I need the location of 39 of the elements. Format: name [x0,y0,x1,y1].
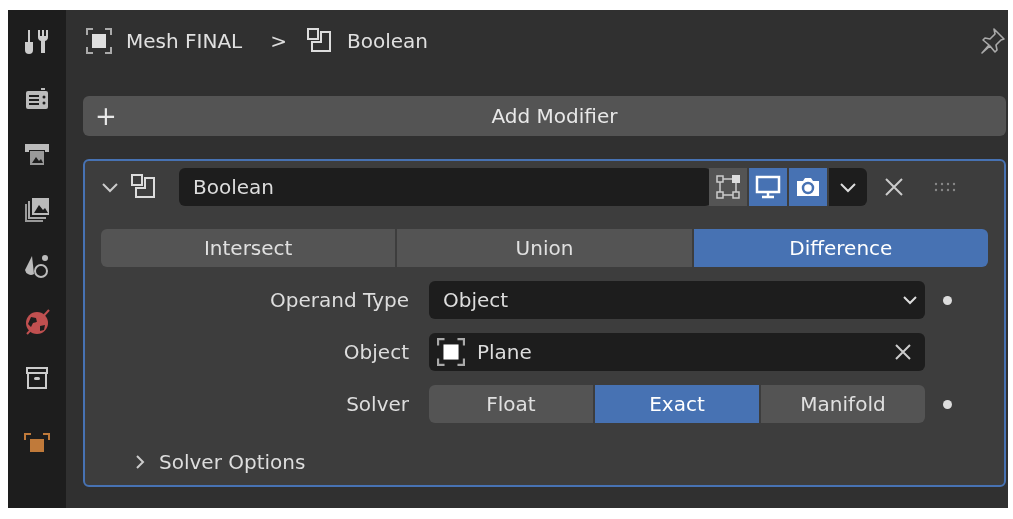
visibility-toggle[interactable] [709,168,747,206]
property-label: Solver [345,392,410,416]
object-icon [86,28,112,54]
add-modifier-button[interactable]: + Add Modifier [83,96,1006,136]
property-label: Operand Type [269,288,410,312]
box-icon [23,364,51,392]
modifier-icon [306,28,333,54]
keyframe-dot[interactable] [942,399,952,409]
object-icon [23,432,51,452]
visibility-toggle[interactable] [789,168,827,206]
scene-icon [23,252,51,280]
modifier-name-field[interactable]: Boolean [179,168,711,206]
operation-option[interactable]: Union [397,229,692,267]
visibility-toggle[interactable] [749,168,787,206]
dropdown-button[interactable] [829,168,867,206]
vertices-icon [715,174,741,200]
tools-icon [23,28,51,56]
keyframe-dot[interactable] [942,295,952,305]
operation-option[interactable]: Intersect [101,229,396,267]
modifier-name: Boolean [346,29,428,53]
monitor-icon [755,174,781,200]
property-label: Object [342,340,410,364]
solver-option[interactable]: Float [429,385,593,423]
object-icon [437,338,465,366]
breadcrumb-separator: > [270,29,287,53]
solver-option[interactable]: Exact [595,385,759,423]
image-stack-icon [23,196,51,224]
modifier-icon [131,174,157,200]
solver-option[interactable]: Manifold [761,385,925,423]
operation-option[interactable]: Difference [693,229,988,267]
operand-type-dropdown[interactable]: Object [429,281,925,319]
object-field[interactable]: Plane [429,333,925,371]
solver-options-subpanel[interactable]: Solver Options [131,450,306,474]
close-icon[interactable] [883,176,905,198]
globe-icon [23,308,51,336]
object-name: Mesh FINAL [126,29,243,53]
pin-icon[interactable] [978,27,1006,55]
clear-icon[interactable] [893,342,913,362]
drag-handle-icon[interactable] [933,182,957,192]
